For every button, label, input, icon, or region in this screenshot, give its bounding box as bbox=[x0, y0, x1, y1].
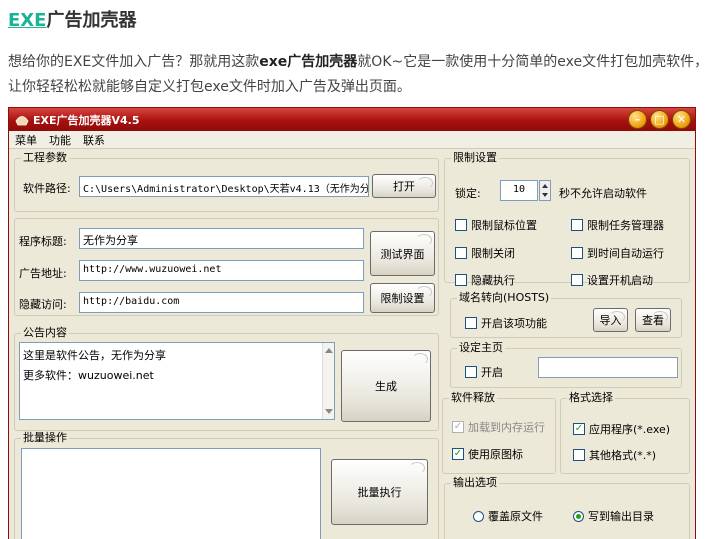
output-dir-radio[interactable]: 写到输出目录 bbox=[573, 508, 654, 524]
format-other-label: 其他格式(*.*) bbox=[589, 449, 657, 462]
para-bold: exe广告加壳器 bbox=[259, 54, 358, 70]
release-group: 软件释放 ✓ 加载到内存运行 ✓ 使用原图标 bbox=[442, 391, 556, 474]
hidden-run-checkbox[interactable]: 隐藏执行 bbox=[455, 272, 515, 288]
title-bar: EXE广告加壳器V4.5 – □ ✕ bbox=[9, 108, 695, 131]
limit-mouse-label: 限制鼠标位置 bbox=[471, 219, 537, 232]
batch-group: 批量操作 批量执行 bbox=[14, 431, 439, 539]
notice-group: 公告内容 这里是软件公告，无作为分享 更多软件：wuzuowei.net 生成 bbox=[14, 326, 439, 431]
notice-scrollbar[interactable] bbox=[322, 343, 334, 419]
ad-url-label: 广告地址: bbox=[19, 267, 67, 280]
limit-close-label: 限制关闭 bbox=[471, 247, 515, 260]
autostart-label: 设置开机启动 bbox=[587, 274, 653, 287]
notice-group-label: 公告内容 bbox=[21, 326, 69, 340]
app-logo-icon bbox=[15, 115, 29, 125]
article-paragraph: 想给你的EXE文件加入广告？那就用这款exe广告加壳器就OK~它是一款使用十分简… bbox=[8, 50, 720, 100]
title-label: 程序标题: bbox=[19, 235, 67, 248]
autostart-checkbox[interactable]: 设置开机启动 bbox=[571, 272, 653, 288]
lock-spinner[interactable] bbox=[539, 180, 551, 201]
hosts-import-button[interactable]: 导入 bbox=[593, 308, 628, 332]
format-group: 格式选择 ✓ 应用程序(*.exe) 其他格式(*.*) bbox=[560, 391, 690, 474]
format-exe-label: 应用程序(*.exe) bbox=[589, 423, 671, 436]
open-button[interactable]: 打开 bbox=[372, 174, 436, 198]
lock-suffix: 秒不允许启动软件 bbox=[559, 187, 647, 200]
menu-item-contact[interactable]: 联系 bbox=[83, 132, 105, 148]
notice-line-2: 更多软件：wuzuowei.net bbox=[23, 369, 154, 382]
format-group-label: 格式选择 bbox=[567, 391, 615, 405]
lock-label: 锁定: bbox=[455, 187, 481, 200]
overwrite-label: 覆盖原文件 bbox=[488, 510, 543, 523]
notice-textarea[interactable]: 这里是软件公告，无作为分享 更多软件：wuzuowei.net bbox=[19, 342, 335, 420]
timed-run-label: 到时间自动运行 bbox=[587, 247, 664, 260]
lock-seconds-input[interactable]: 10 bbox=[500, 180, 538, 201]
path-input[interactable]: C:\Users\Administrator\Desktop\天若v4.13（无… bbox=[79, 176, 369, 197]
limit-close-checkbox[interactable]: 限制关闭 bbox=[455, 245, 515, 261]
menu-item-function[interactable]: 功能 bbox=[49, 132, 71, 148]
test-ui-button[interactable]: 测试界面 bbox=[370, 231, 435, 276]
title-brand-link[interactable]: EXE bbox=[8, 10, 46, 31]
limit-taskmgr-checkbox[interactable]: 限制任务管理器 bbox=[571, 217, 664, 233]
hidden-url-label: 隐藏访问: bbox=[19, 298, 67, 311]
hosts-group-label: 域名转向(HOSTS) bbox=[457, 291, 552, 305]
use-icon-checkbox[interactable]: ✓ 使用原图标 bbox=[452, 446, 523, 462]
limit-taskmgr-label: 限制任务管理器 bbox=[587, 219, 664, 232]
project-group: 工程参数 软件路径: C:\Users\Administrator\Deskto… bbox=[14, 151, 439, 212]
hosts-enable-label: 开启该项功能 bbox=[481, 317, 547, 330]
load-memory-label: 加载到内存运行 bbox=[468, 421, 545, 434]
window-title: EXE广告加壳器V4.5 bbox=[33, 113, 140, 127]
homepage-group: 设定主页 开启 bbox=[450, 341, 682, 388]
article-title: EXE广告加壳器 bbox=[8, 6, 136, 32]
hosts-group: 域名转向(HOSTS) 开启该项功能 导入 查看 bbox=[450, 291, 682, 338]
generate-button[interactable]: 生成 bbox=[341, 350, 431, 422]
app-window: EXE广告加壳器V4.5 – □ ✕ 菜单 功能 联系 工程参数 软件路径: C… bbox=[8, 107, 696, 539]
overwrite-radio[interactable]: 覆盖原文件 bbox=[473, 508, 543, 524]
batch-run-button[interactable]: 批量执行 bbox=[331, 459, 428, 525]
hidden-run-label: 隐藏执行 bbox=[471, 274, 515, 287]
limits-group-label: 限制设置 bbox=[451, 151, 499, 165]
menu-bar: 菜单 功能 联系 bbox=[9, 131, 695, 149]
hosts-view-button[interactable]: 查看 bbox=[635, 308, 671, 332]
batch-group-label: 批量操作 bbox=[21, 431, 69, 445]
close-icon[interactable]: ✕ bbox=[672, 110, 691, 129]
title-input[interactable]: 无作为分享 bbox=[79, 228, 364, 249]
timed-run-checkbox[interactable]: 到时间自动运行 bbox=[571, 245, 664, 261]
limit-mouse-checkbox[interactable]: 限制鼠标位置 bbox=[455, 217, 537, 233]
batch-list[interactable] bbox=[21, 448, 321, 539]
homepage-enable-label: 开启 bbox=[481, 366, 503, 379]
menu-item-menu[interactable]: 菜单 bbox=[15, 132, 37, 148]
release-group-label: 软件释放 bbox=[449, 391, 497, 405]
load-memory-checkbox[interactable]: ✓ 加载到内存运行 bbox=[452, 419, 545, 435]
maximize-icon[interactable]: □ bbox=[650, 110, 669, 129]
use-icon-label: 使用原图标 bbox=[468, 448, 523, 461]
path-label: 软件路径: bbox=[23, 182, 71, 195]
output-dir-label: 写到输出目录 bbox=[588, 510, 654, 523]
format-exe-checkbox[interactable]: ✓ 应用程序(*.exe) bbox=[573, 421, 670, 437]
limit-settings-button[interactable]: 限制设置 bbox=[370, 283, 435, 313]
notice-line-1: 这里是软件公告，无作为分享 bbox=[23, 349, 166, 362]
minimize-icon[interactable]: – bbox=[628, 110, 647, 129]
format-other-checkbox[interactable]: 其他格式(*.*) bbox=[573, 447, 656, 463]
hidden-url-input[interactable]: http://baidu.com bbox=[79, 292, 364, 313]
title-text: 广告加壳器 bbox=[46, 10, 137, 31]
limits-group: 限制设置 锁定: 10 秒不允许启动软件 限制鼠标位置 限制任务管理器 限制关闭… bbox=[444, 151, 690, 287]
output-group-label: 输出选项 bbox=[451, 476, 499, 490]
project-group-label: 工程参数 bbox=[21, 151, 69, 165]
output-group: 输出选项 覆盖原文件 写到输出目录 bbox=[444, 476, 690, 539]
homepage-enable-checkbox[interactable]: 开启 bbox=[465, 364, 503, 380]
hosts-enable-checkbox[interactable]: 开启该项功能 bbox=[465, 315, 547, 331]
homepage-input[interactable] bbox=[538, 357, 678, 378]
para-text-1: 想给你的EXE文件加入广告？那就用这款 bbox=[8, 54, 260, 70]
ad-group: 程序标题: 无作为分享 广告地址: http://www.wuzuowei.ne… bbox=[14, 218, 439, 316]
homepage-group-label: 设定主页 bbox=[457, 341, 505, 355]
ad-url-input[interactable]: http://www.wuzuowei.net bbox=[79, 260, 364, 281]
